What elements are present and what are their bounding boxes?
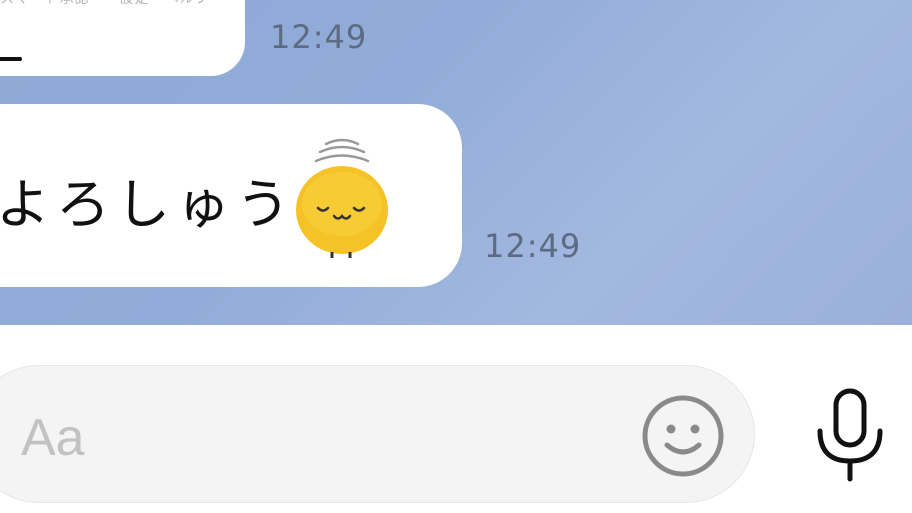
message-text: よろしゅう — [0, 173, 296, 236]
message-input-bar: Aa — [0, 325, 912, 513]
message-list[interactable]: スマート承認 設定・ヘルプ 12:49 よろしゅう — [0, 0, 912, 325]
microphone-icon[interactable] — [810, 387, 890, 483]
smiley-icon[interactable] — [640, 393, 726, 479]
chat-screen: スマート承認 設定・ヘルプ 12:49 よろしゅう — [0, 0, 912, 513]
message-text: スマート承認 設定・ヘルプ — [0, 0, 210, 8]
text-fragment — [0, 57, 22, 61]
input-placeholder: Aa — [21, 409, 85, 467]
message-timestamp: 12:49 — [484, 227, 582, 265]
message-bubble[interactable]: よろしゅう — [0, 104, 462, 287]
message-timestamp: 12:49 — [270, 18, 368, 56]
bowing-yellow-bird-sticker[interactable] — [292, 134, 392, 258]
message-bubble[interactable]: スマート承認 設定・ヘルプ — [0, 0, 245, 76]
